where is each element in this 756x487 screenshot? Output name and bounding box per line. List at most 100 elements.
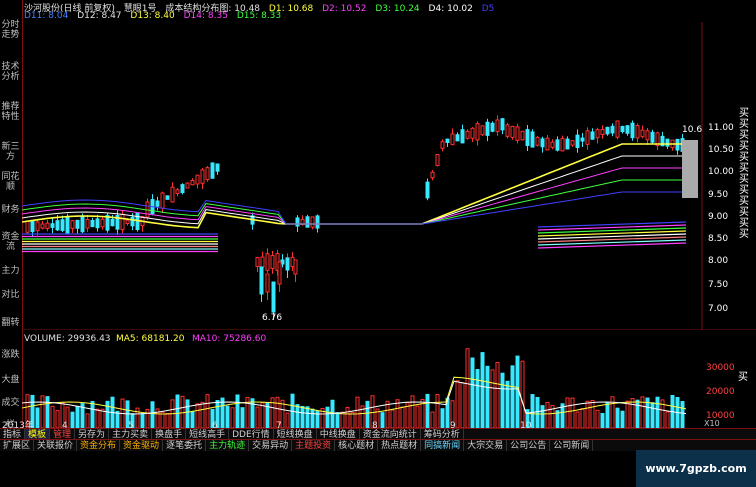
sidebar-tab-market[interactable]: 大盘 <box>1 375 20 397</box>
candle-body <box>555 139 560 151</box>
candle-body <box>605 126 610 135</box>
sidebar-tab-finance[interactable]: 财务 <box>1 205 20 227</box>
buy-signal: 买 <box>739 152 749 163</box>
candle-body <box>130 216 135 227</box>
volume-buy-label: 买 <box>738 371 748 383</box>
candle-body <box>610 125 615 134</box>
volume-bar <box>465 348 470 428</box>
watermark: www.7gpzb.com <box>636 450 756 487</box>
candle-body <box>540 138 545 148</box>
candle-body <box>525 129 530 146</box>
buy-signal: 买 <box>739 229 749 240</box>
candle-body <box>600 128 605 136</box>
candle-body <box>460 129 465 144</box>
candle-body <box>480 125 485 136</box>
sidebar-tab-recommend[interactable]: 推荐特性 <box>1 102 20 138</box>
candle-body <box>485 121 490 136</box>
candle-body <box>180 184 185 194</box>
d5-value: D5 <box>481 4 495 14</box>
candle-body <box>75 219 80 229</box>
candle-body <box>565 138 570 150</box>
candle-body <box>630 122 635 139</box>
volume-chart[interactable]: VOLUME: 29936.43 MA5: 68181.20 MA10: 752… <box>22 330 756 428</box>
candle-body <box>190 179 195 186</box>
candle-body <box>80 215 85 233</box>
buy-signal: 买 <box>739 141 749 152</box>
candle-body <box>255 257 260 267</box>
candle-body <box>455 134 460 142</box>
sidebar-tab-capital[interactable]: 资金流 <box>1 232 20 262</box>
buy-signal: 买 <box>739 185 749 196</box>
price-axis-label: 7.00 <box>708 304 728 314</box>
candle-body <box>200 169 205 184</box>
candle-body <box>505 124 510 137</box>
candle-body <box>160 192 165 209</box>
volume-bar <box>480 352 485 428</box>
volume-unit: X10 <box>704 419 720 428</box>
price-axis-label: 8.00 <box>708 256 728 266</box>
candle-body <box>465 130 470 139</box>
candle-body <box>470 127 475 139</box>
candle-body <box>635 125 640 139</box>
bottom-area <box>0 451 636 487</box>
header-line-2: D11: 8.04 D12: 8.47 D13: 8.40 D14: 8.35 … <box>24 11 287 21</box>
chart-header: 沙河股份(日线 前复权) 慧眼1号 成本结构分布图: 10.48 D1: 10.… <box>24 0 684 22</box>
candle-body <box>185 182 190 189</box>
candle-body <box>585 130 590 145</box>
sidebar-tab-flip[interactable]: 翻转 <box>1 318 20 340</box>
candle-body <box>510 125 515 138</box>
candle-body <box>575 134 580 149</box>
d11-value: D11: 8.04 <box>24 11 69 21</box>
d14-value: D14: 8.35 <box>183 11 228 21</box>
candle-body <box>100 218 105 228</box>
moving-average-line <box>22 155 686 225</box>
sidebar-tab-deal[interactable]: 成交 <box>1 398 20 420</box>
volume-label: VOLUME: 29936.43 <box>24 334 111 344</box>
buy-signal: 买 <box>739 174 749 185</box>
candle-body <box>535 136 540 146</box>
buy-signal: 买 <box>739 196 749 207</box>
price-chart[interactable]: 11.0010.5010.009.509.008.508.007.507.00 … <box>22 22 756 330</box>
price-axis-label: 10.00 <box>708 167 734 177</box>
sidebar-tab-compare[interactable]: 对比 <box>1 290 20 312</box>
candle-body <box>30 221 35 233</box>
volume-ma5: MA5: 68181.20 <box>116 334 185 344</box>
candle-body <box>560 138 565 152</box>
candle-body <box>120 214 125 231</box>
d3-value: D3: 10.24 <box>375 4 420 14</box>
candle-body <box>530 131 535 148</box>
volume-ma10: MA10: 75286.60 <box>192 334 266 344</box>
sidebar-tab-updown[interactable]: 涨跌 <box>1 350 20 372</box>
candle-body <box>259 266 264 295</box>
cost-block <box>682 140 698 198</box>
buy-signal: 买 <box>739 163 749 174</box>
candle-body <box>271 281 276 313</box>
candle-body <box>210 162 215 179</box>
candle-body <box>170 186 175 203</box>
candle-body <box>165 195 170 200</box>
candle-body <box>215 163 220 172</box>
sidebar-tab-main[interactable]: 主力 <box>1 266 20 288</box>
price-axis-label: 7.50 <box>708 280 728 290</box>
buy-signal-column: 买买买买买买买买买买买买 <box>736 108 756 240</box>
candle-body <box>490 122 495 132</box>
candle-body <box>155 200 160 207</box>
sidebar-tab-ths[interactable]: 同花顺 <box>1 172 20 202</box>
sidebar-tab-new[interactable]: 新三方 <box>1 142 20 172</box>
candle-body <box>430 171 435 179</box>
price-axis-label: 11.00 <box>708 123 734 133</box>
candle-body <box>205 167 210 181</box>
candle-body <box>665 138 670 147</box>
candle-body <box>435 154 440 166</box>
candle-body <box>550 141 555 148</box>
candle-body <box>25 220 30 233</box>
candle-body <box>425 181 430 199</box>
candle-body <box>445 138 450 143</box>
sidebar-tab-technical[interactable]: 技术分析 <box>1 62 20 98</box>
candle-body <box>70 220 75 229</box>
price-axis-label: 10.50 <box>708 145 734 155</box>
candle-body <box>260 256 265 268</box>
sidebar-tab-intraday[interactable]: 分时走势 <box>1 20 20 56</box>
candle-body <box>285 257 290 271</box>
candle-body <box>305 216 310 228</box>
